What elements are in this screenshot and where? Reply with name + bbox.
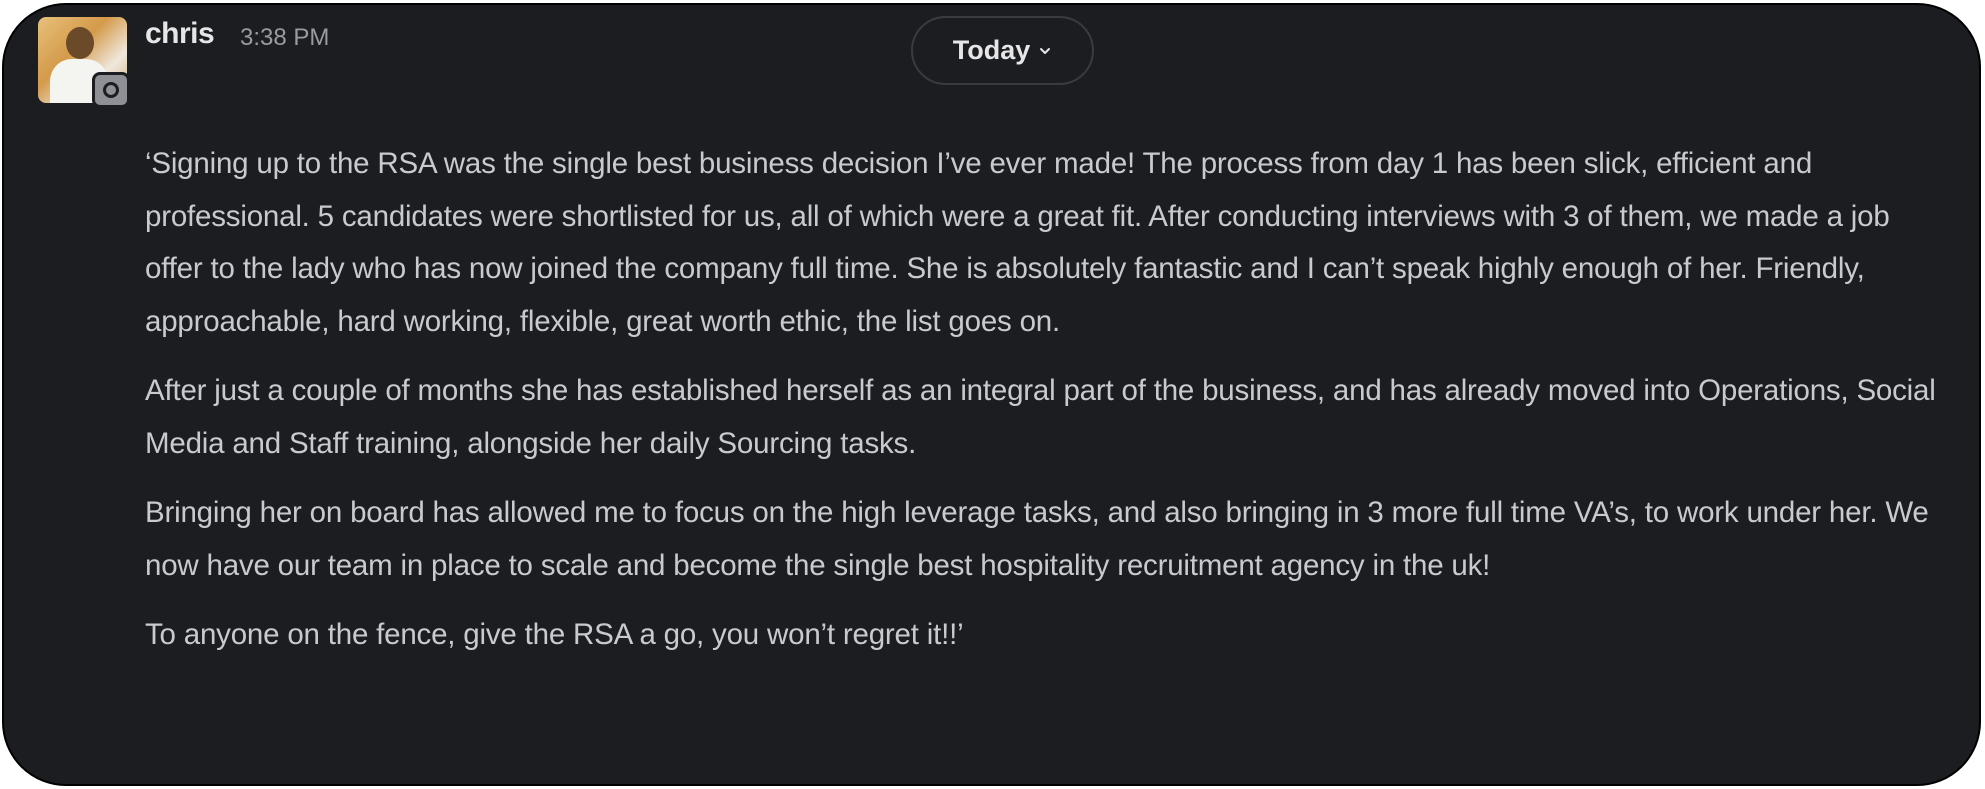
- status-badge-icon: [92, 72, 130, 108]
- message-timestamp[interactable]: 3:38 PM: [240, 24, 329, 52]
- message-paragraph: To anyone on the fence, give the RSA a g…: [145, 618, 964, 651]
- message-paragraph: ‘Signing up to the RSA was the single be…: [145, 147, 1890, 338]
- avatar-head: [66, 27, 94, 59]
- author-name[interactable]: chris: [145, 17, 215, 51]
- status-dot: [103, 82, 119, 98]
- chevron-down-icon: [1040, 47, 1051, 54]
- message-paragraph: After just a couple of months she has es…: [145, 374, 1936, 460]
- message-window: chris 3:38 PM Today ‘Signing up to the R…: [2, 3, 1981, 786]
- date-divider-label: Today: [952, 35, 1031, 65]
- date-divider-button[interactable]: Today: [911, 16, 1094, 85]
- message-body: ‘Signing up to the RSA was the single be…: [145, 138, 1945, 679]
- message-paragraph: Bringing her on board has allowed me to …: [145, 496, 1929, 582]
